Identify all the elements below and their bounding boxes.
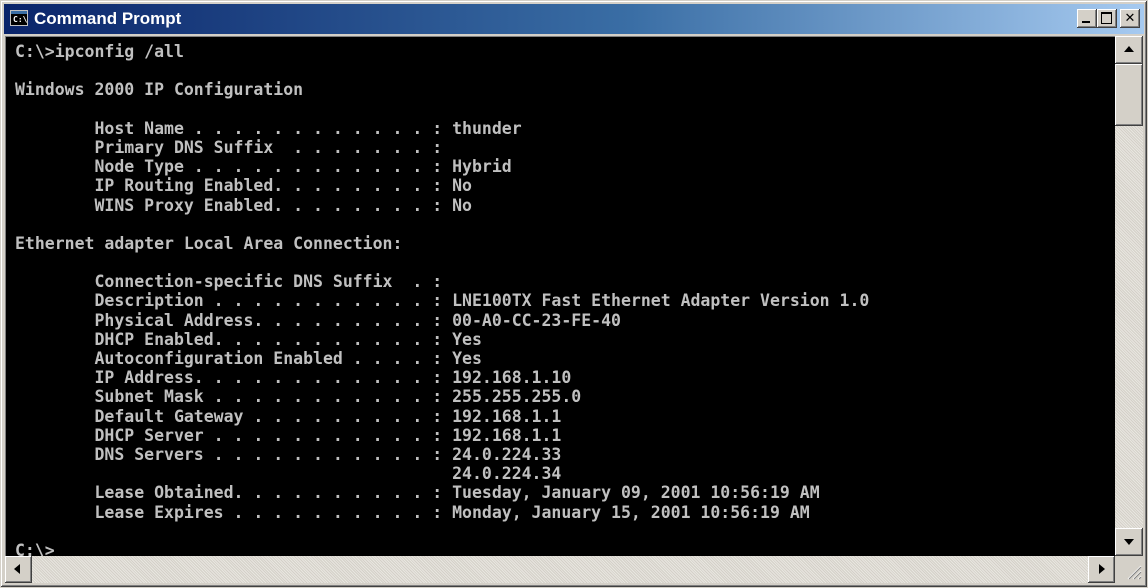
console-line: C:\>ipconfig /all (15, 42, 184, 61)
console-line: IP Routing Enabled. . . . . . . . : No (15, 176, 472, 196)
console-line: WINS Proxy Enabled. . . . . . . . : No (15, 195, 472, 215)
console-line: Windows 2000 IP Configuration (15, 80, 304, 100)
console-line: Connection-specific DNS Suffix . : (15, 272, 443, 292)
scroll-right-arrow-icon (1099, 564, 1105, 574)
icon-prompt-glyph: C:\ (13, 15, 28, 24)
console-line: DHCP Server . . . . . . . . . . . : 192.… (15, 425, 562, 445)
vertical-scroll-thumb[interactable] (1115, 64, 1143, 126)
console-line: Node Type . . . . . . . . . . . . : Hybr… (15, 157, 512, 177)
scroll-down-button[interactable] (1115, 528, 1143, 556)
console-line: Primary DNS Suffix . . . . . . . : (15, 137, 443, 157)
maximize-icon (1101, 12, 1112, 24)
console-line: Subnet Mask . . . . . . . . . . . : 255.… (15, 387, 582, 407)
command-prompt-icon[interactable]: C:\ (10, 10, 28, 26)
console-line: DNS Servers . . . . . . . . . . . : 24.0… (15, 444, 562, 464)
minimize-icon (1082, 21, 1090, 23)
scroll-down-arrow-icon (1124, 539, 1134, 545)
scroll-right-button[interactable] (1088, 556, 1115, 583)
close-icon: ✕ (1124, 11, 1136, 26)
console-line: Autoconfiguration Enabled . . . . : Yes (15, 349, 482, 368)
window-title: Command Prompt (34, 9, 182, 28)
console-line: Default Gateway . . . . . . . . . : 192.… (15, 406, 562, 426)
console-line: DHCP Enabled. . . . . . . . . . . : Yes (15, 329, 482, 349)
minimize-button[interactable] (1077, 9, 1097, 28)
vertical-scrollbar[interactable] (1115, 36, 1143, 556)
resize-grip-glyph (1127, 565, 1142, 580)
scroll-up-button[interactable] (1115, 36, 1143, 64)
console-line: Host Name . . . . . . . . . . . . : thun… (15, 118, 522, 138)
icon-title-strip (11, 11, 27, 14)
scroll-up-arrow-icon (1124, 46, 1134, 52)
console-line: C:\> (15, 540, 55, 556)
close-button[interactable]: ✕ (1120, 9, 1140, 28)
title-bar[interactable]: C:\ Command Prompt ✕ (4, 4, 1144, 34)
resize-grip-icon[interactable] (1115, 556, 1143, 583)
command-prompt-window: C:\ Command Prompt ✕ C:\>ipconfig /all Wi… (0, 0, 1148, 588)
console-line: Ethernet adapter Local Area Connection: (15, 233, 403, 253)
horizontal-scrollbar[interactable] (5, 556, 1115, 583)
console-output-area[interactable]: C:\>ipconfig /all Windows 2000 IP Configu… (5, 36, 1115, 556)
console-line: 24.0.224.34 (15, 464, 562, 484)
console-text[interactable]: C:\>ipconfig /all Windows 2000 IP Configu… (15, 42, 869, 556)
console-line: Lease Expires . . . . . . . . . . : Mond… (15, 502, 810, 522)
scroll-left-button[interactable] (5, 556, 32, 583)
console-line: IP Address. . . . . . . . . . . . : 192.… (15, 368, 572, 388)
console-line: Physical Address. . . . . . . . . : 00-A… (15, 310, 621, 330)
console-line: Lease Obtained. . . . . . . . . . : Tues… (15, 483, 820, 503)
maximize-button[interactable] (1097, 9, 1117, 28)
console-line: Description . . . . . . . . . . . : LNE1… (15, 291, 870, 311)
scroll-left-arrow-icon (14, 564, 20, 574)
